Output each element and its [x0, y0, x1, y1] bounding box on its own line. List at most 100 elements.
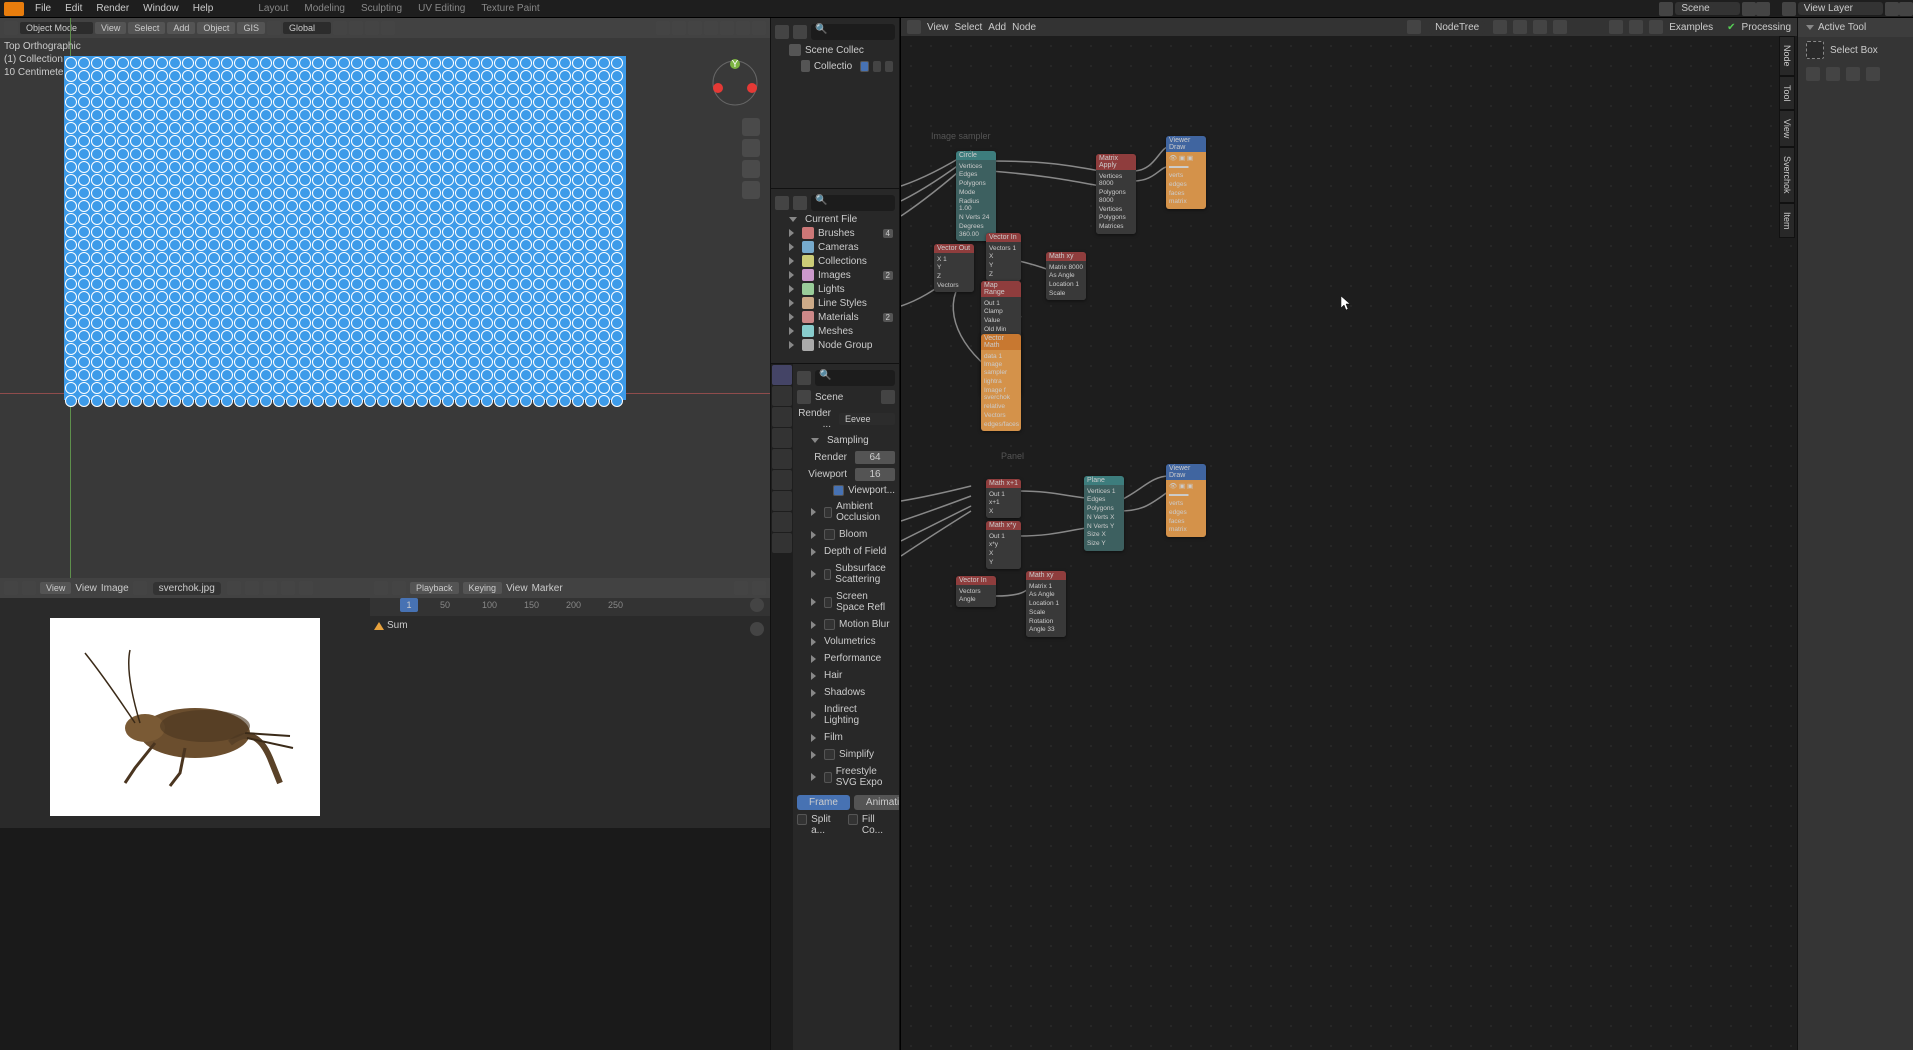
vp-view-menu[interactable]: View — [95, 22, 126, 34]
pan-icon[interactable] — [742, 139, 760, 157]
image-canvas[interactable] — [0, 598, 370, 828]
active-tool-header[interactable]: Active Tool — [1798, 18, 1913, 37]
menu-file[interactable]: File — [28, 3, 58, 14]
nodetree-name[interactable]: NodeTree — [1429, 21, 1485, 34]
render-engine-select[interactable]: Eevee — [839, 413, 895, 425]
vtab-item[interactable]: Item — [1779, 203, 1795, 239]
fb-item[interactable]: Brushes4 — [775, 226, 895, 240]
viewlayer-new-icon[interactable] — [1885, 2, 1899, 16]
ie-x-icon[interactable] — [281, 581, 295, 595]
nt-shield-icon[interactable] — [1493, 20, 1507, 34]
prop-panel-header[interactable]: Shadows — [797, 684, 895, 701]
pin-icon[interactable] — [881, 390, 895, 404]
vp-object-menu[interactable]: Object — [197, 22, 235, 34]
menu-window[interactable]: Window — [136, 3, 186, 14]
fb-item[interactable]: Collections — [775, 254, 895, 268]
vtab-tool[interactable]: Tool — [1779, 76, 1795, 111]
tab-modeling[interactable]: Modeling — [296, 1, 353, 16]
prop-panel-header[interactable]: Performance — [797, 650, 895, 667]
mode-extend-icon[interactable] — [1826, 67, 1840, 81]
scene-datablock[interactable]: Scene — [797, 388, 895, 406]
ne-node[interactable]: Node — [1012, 22, 1036, 33]
ne-view[interactable]: View — [927, 22, 949, 33]
animation-button[interactable]: Animation — [854, 795, 899, 810]
current-file-header[interactable]: Current File — [775, 213, 895, 226]
node-vector-out[interactable]: Vector OutX 1YZVectors — [934, 244, 974, 292]
scene-name-field[interactable]: Scene — [1675, 2, 1739, 15]
fb-item[interactable]: Images2 — [775, 268, 895, 282]
node-math-2[interactable]: Math x+1Out 1x+1X — [986, 479, 1021, 518]
tl-mode-icon[interactable] — [392, 581, 406, 595]
ie-new-icon[interactable] — [245, 581, 259, 595]
nav-gizmo[interactable]: Y — [710, 58, 760, 108]
fb-item[interactable]: Cameras — [775, 240, 895, 254]
proportional-icon[interactable] — [365, 21, 379, 35]
ie-open-icon[interactable] — [263, 581, 277, 595]
fb-item[interactable]: Meshes — [775, 324, 895, 338]
ie-type-icon[interactable] — [4, 581, 18, 595]
nodetree-icon[interactable] — [1407, 20, 1421, 34]
node-matrix-apply[interactable]: Matrix ApplyVertices 8000Polygons 8000Ve… — [1096, 154, 1136, 234]
panel-checkbox[interactable] — [824, 619, 835, 630]
node-plane[interactable]: PlaneVertices 1EdgesPolygonsN Verts XN V… — [1084, 476, 1124, 551]
ne-opt2-icon[interactable] — [1629, 20, 1643, 34]
viewport-denoise-checkbox[interactable] — [833, 485, 844, 496]
prop-panel-header[interactable]: Subsurface Scattering — [797, 560, 895, 588]
ie-refresh-icon[interactable] — [299, 581, 313, 595]
tab-object-icon[interactable] — [772, 470, 792, 490]
ne-select[interactable]: Select — [955, 22, 983, 33]
tl-keying[interactable]: Keying — [463, 582, 503, 594]
zoom-icon[interactable] — [750, 598, 764, 612]
prop-panel-header[interactable]: Indirect Lighting — [797, 701, 895, 729]
zoom-icon[interactable] — [742, 118, 760, 136]
viewlayer-field[interactable]: View Layer — [1798, 2, 1883, 15]
tab-sculpting[interactable]: Sculpting — [353, 1, 410, 16]
props-search[interactable]: 🔍 — [815, 370, 895, 386]
timeline-ruler[interactable]: 1 50 100 150 200 250 — [370, 598, 770, 616]
fill-checkbox[interactable] — [848, 814, 858, 825]
scene-icon[interactable] — [1659, 2, 1673, 16]
menu-render[interactable]: Render — [89, 3, 136, 14]
prop-panel-header[interactable]: Hair — [797, 667, 895, 684]
ne-opt3-icon[interactable] — [1649, 20, 1663, 34]
fb-mode-icon[interactable] — [793, 196, 807, 210]
panel-checkbox[interactable] — [824, 597, 832, 608]
gizmo-toggle-icon[interactable] — [656, 21, 670, 35]
outliner-filter-icon[interactable] — [793, 25, 807, 39]
3d-viewport[interactable]: Object Mode View Select Add Object GIS G… — [0, 18, 770, 578]
xray-icon[interactable] — [688, 21, 702, 35]
ie-mode-icon[interactable] — [22, 581, 36, 595]
outliner-search[interactable]: 🔍 — [811, 24, 895, 40]
ie-browse-icon[interactable] — [227, 581, 241, 595]
tab-layout[interactable]: Layout — [250, 1, 296, 16]
timeline-summary-row[interactable]: Sum — [374, 620, 408, 631]
ie-image-menu[interactable]: Image — [101, 583, 129, 594]
fb-item[interactable]: Materials2 — [775, 310, 895, 324]
panel-checkbox[interactable] — [824, 749, 835, 760]
ie-view2[interactable]: View — [75, 583, 97, 594]
select-box-tool[interactable]: Select Box — [1798, 37, 1913, 63]
prop-panel-header[interactable]: Simplify — [797, 746, 895, 763]
object-grid-circles[interactable] — [64, 56, 626, 400]
prop-panel-header[interactable]: Bloom — [797, 526, 895, 543]
tl-autokey-icon[interactable] — [734, 581, 748, 595]
proportional-type-icon[interactable] — [381, 21, 395, 35]
outliner-collection[interactable]: Collectio — [775, 58, 895, 74]
vtab-node[interactable]: Node — [1779, 36, 1795, 76]
fb-item[interactable]: Line Styles — [775, 296, 895, 310]
scene-del-icon[interactable] — [1756, 2, 1770, 16]
timeline-body[interactable]: Sum — [370, 616, 770, 828]
nt-new-icon[interactable] — [1513, 20, 1527, 34]
tab-world-icon[interactable] — [772, 449, 792, 469]
node-circle[interactable]: CircleVerticesEdgesPolygonsModeRadius 1.… — [956, 151, 996, 241]
fb-search[interactable]: 🔍 — [811, 195, 895, 211]
vtab-view[interactable]: View — [1779, 110, 1795, 147]
tab-particle-icon[interactable] — [772, 512, 792, 532]
image-filename[interactable]: sverchok.jpg — [153, 582, 221, 595]
prop-panel-header[interactable]: Ambient Occlusion — [797, 498, 895, 526]
nt-x-icon[interactable] — [1533, 20, 1547, 34]
node-vector-in[interactable]: Vector InVectors 1XYZ — [986, 233, 1021, 281]
prop-panel-header[interactable]: Film — [797, 729, 895, 746]
frame-button[interactable]: Frame — [797, 795, 850, 810]
outliner-type-icon[interactable] — [775, 25, 789, 39]
